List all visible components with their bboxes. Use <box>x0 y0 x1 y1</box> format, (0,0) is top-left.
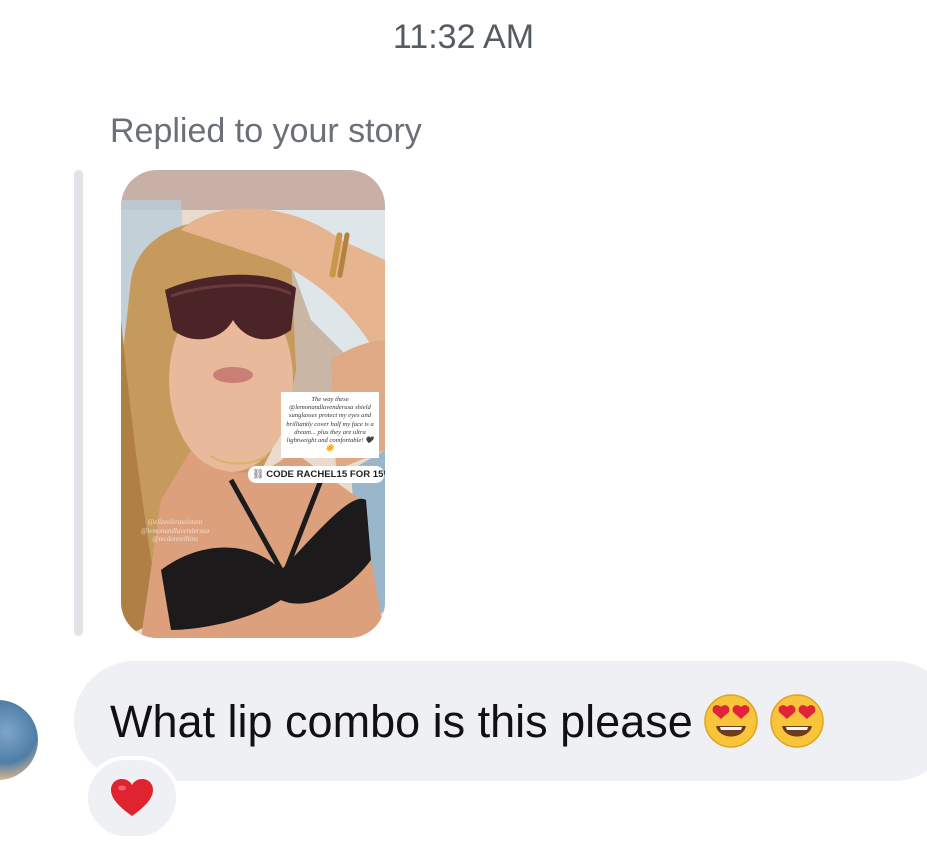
red-heart-icon <box>111 779 153 816</box>
message-body: What lip combo is this please <box>110 693 825 749</box>
story-thumbnail[interactable]: The way these @lemonandlavenderusa shiel… <box>121 170 385 638</box>
dm-thread: 11:32 AM Replied to your story The way t… <box>0 0 927 844</box>
message-timestamp: 11:32 AM <box>392 18 535 56</box>
heart-eyes-emoji-icon <box>704 694 758 748</box>
heart-eyes-emoji-icon <box>770 694 824 748</box>
promo-code-text: CODE RACHEL15 FOR 15% OFF <box>266 469 385 480</box>
sender-avatar[interactable] <box>0 700 38 780</box>
replied-to-story-label: Replied to your story <box>110 112 422 150</box>
promo-code-link-sticker[interactable]: ⛓CODE RACHEL15 FOR 15% OFF <box>248 466 385 483</box>
reply-indicator-bar <box>74 170 83 636</box>
story-caption-sticker: The way these @lemonandlavenderusa shiel… <box>281 392 379 459</box>
link-icon: ⛓ <box>252 469 265 480</box>
story-mention-tags: @elizeelerassistant @lemonandlavenderusa… <box>140 518 210 543</box>
message-text: What lip combo is this please <box>110 696 693 747</box>
message-reaction[interactable] <box>84 756 180 840</box>
